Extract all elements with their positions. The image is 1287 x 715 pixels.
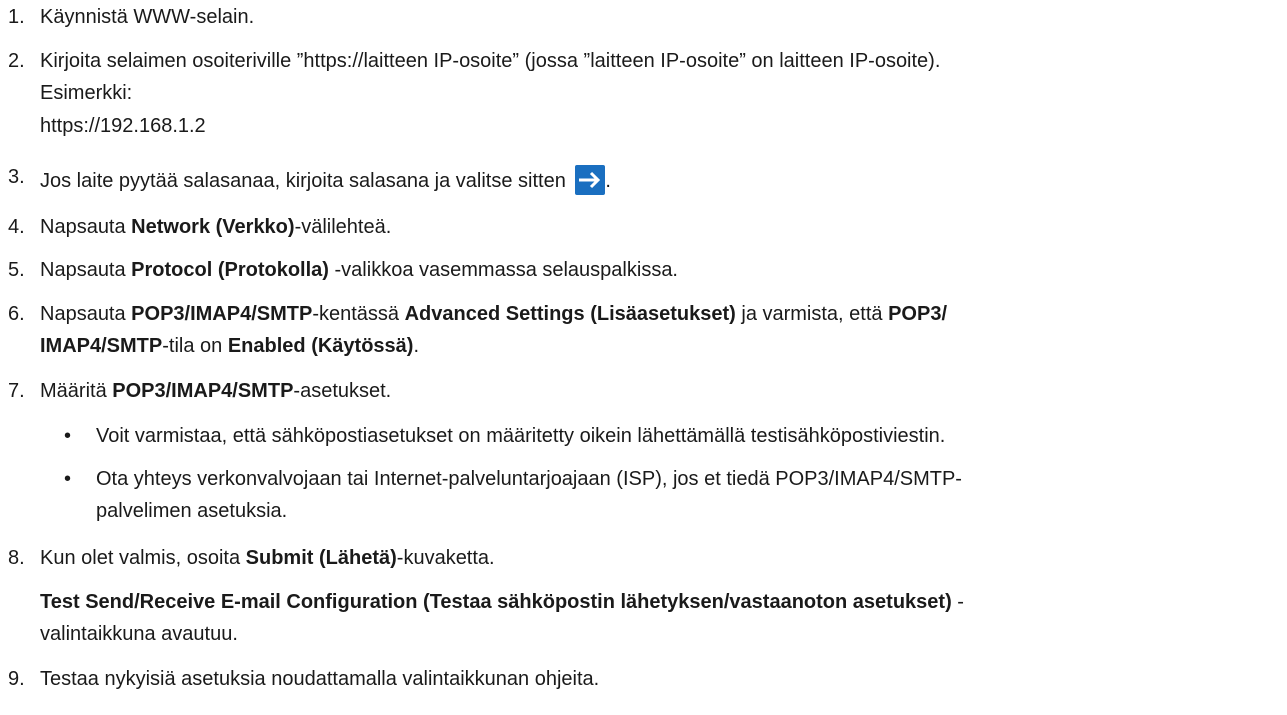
step-number: 8. [8, 547, 25, 569]
step-text: Testaa nykyisiä asetuksia noudattamalla … [40, 668, 600, 690]
step-number: 5. [8, 259, 25, 281]
ui-term: POP3/IMAP4/SMTP [112, 380, 294, 402]
step-number: 9. [8, 668, 25, 690]
step-number: 7. [8, 380, 25, 402]
step-number: 3. [8, 166, 25, 188]
step-text: Kirjoita selaimen osoiteriville ”https:/… [40, 50, 941, 72]
instructions-page: 1. Käynnistä WWW-selain. 2. Kirjoita sel… [8, 6, 964, 690]
bullet-icon: • [64, 425, 72, 447]
example-label: Esimerkki: [40, 82, 133, 104]
ui-term: Protocol (Protokolla) [131, 259, 329, 281]
ui-term: Submit (Lähetä) [245, 547, 397, 569]
arrow-right-icon [575, 165, 606, 195]
example-url: https://192.168.1.2 [40, 115, 206, 137]
dialog-name: Test Send/Receive E-mail Configuration (… [40, 591, 952, 613]
step-number: 2. [8, 50, 25, 72]
step-text: Käynnistä WWW-selain. [40, 6, 255, 28]
step-number: 6. [8, 303, 25, 325]
step-number: 4. [8, 216, 25, 238]
bullet-icon: • [64, 468, 72, 490]
ui-term: Network (Verkko) [131, 216, 295, 238]
step-number: 1. [8, 6, 25, 28]
step-text: Jos laite pyytää salasanaa, kirjoita sal… [40, 170, 566, 192]
